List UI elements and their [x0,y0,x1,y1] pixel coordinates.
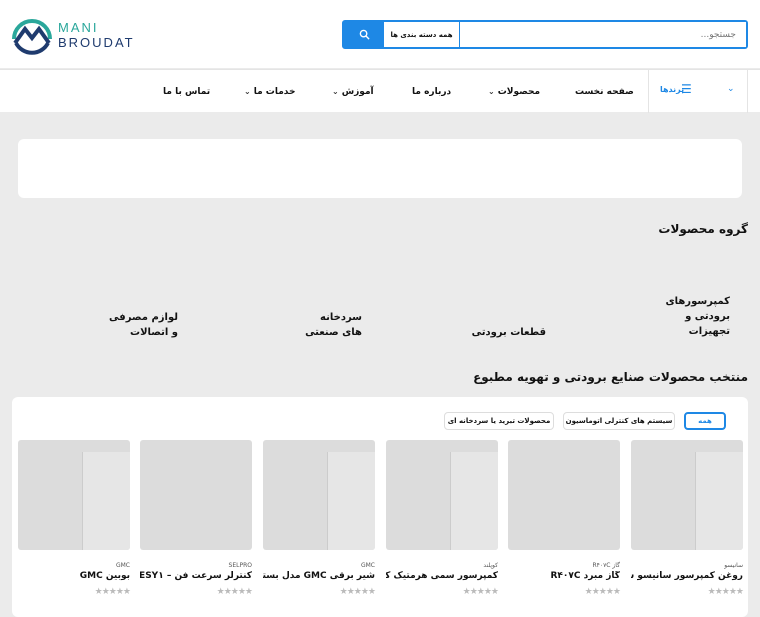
chevron-down-icon: ⌄ [488,87,495,96]
product-image[interactable] [140,440,252,550]
nav-contact[interactable]: تماس با ما [163,87,210,97]
rating-stars-icon: ★★★★★ [94,587,131,597]
product-brand[interactable]: کوپلند [386,562,498,569]
product-brand[interactable]: گاز R۴۰۷C [508,562,620,569]
product-card[interactable]: GMC بوبین GMC ★★★★★ [18,440,131,597]
nav-label: خدمات ما [253,87,296,97]
nav-label: آموزش [341,87,374,97]
product-image[interactable] [18,440,130,550]
logo-text-bottom: BROUDAT [58,35,135,50]
product-brand[interactable]: سانیسو [631,562,743,569]
rating-stars-icon: ★★★★★ [707,587,744,597]
product-card[interactable]: سانیسو روغن کمپرسور سانیسو سری GS ★★★★★ [631,440,744,597]
logo[interactable] [10,13,54,61]
search-bar: همه دسته بندی ها [342,20,748,49]
product-card[interactable]: گاز R۴۰۷C گاز مبرد R۴۰۷C ★★★★★ [508,440,621,597]
rating-stars-icon: ★★★★★ [216,587,253,597]
product-image[interactable] [263,440,375,550]
category-compressors[interactable]: کمپرسورهای برودتی و تجهیزات [665,294,730,339]
header: MANI BROUDAT همه دسته بندی ها [0,0,760,68]
chevron-down-icon: ⌄ [332,87,339,96]
product-card[interactable]: کوپلند کمپرسور سمی هرمتیک کوپلند ★★★★★ [386,440,499,597]
logo-icon [12,19,52,55]
product-name[interactable]: کنترلر سرعت فن – Fan ESY۱... [140,571,252,581]
brands-label: برندها [660,85,685,94]
product-image[interactable] [386,440,498,550]
search-icon [359,29,370,40]
nav-home[interactable]: صفحه نخست [575,87,634,97]
filter-all[interactable]: همه [684,412,726,430]
category-consumables[interactable]: لوازم مصرفی و اتصالات [108,310,178,340]
product-card[interactable]: GMC شیر برقی GMC مدل بسته ★★★★★ [263,440,376,597]
banner-box [18,139,742,198]
rating-stars-icon: ★★★★★ [584,587,621,597]
product-image[interactable] [508,440,620,550]
product-name[interactable]: روغن کمپرسور سانیسو سری GS [631,571,743,581]
category-parts[interactable]: قطعات برودتی [466,325,546,340]
category-cold-storage[interactable]: سردخانه های صنعتی [302,310,362,340]
product-brand[interactable]: GMC [263,562,375,569]
rating-stars-icon: ★★★★★ [339,587,376,597]
search-input[interactable] [460,22,746,47]
nav-label: محصولات [497,87,541,97]
product-brand[interactable]: GMC [18,562,130,569]
filter-control-systems[interactable]: سیستم های کنترلی اتوماسیون [563,412,675,430]
chevron-down-icon: ⌄ [727,84,735,94]
product-brand[interactable]: SELPRO [140,562,252,569]
nav-label: درباره ما [412,87,452,97]
featured-title: منتخب محصولات صنایع برودتی و تهویه مطبوع [473,370,748,384]
nav-label: تماس با ما [163,87,211,97]
nav-products[interactable]: محصولات⌄ [488,87,540,97]
nav-services[interactable]: خدمات ما⌄ [244,87,295,97]
product-name[interactable]: کمپرسور سمی هرمتیک کوپلند [386,571,498,581]
chevron-down-icon: ⌄ [244,87,251,96]
rating-stars-icon: ★★★★★ [462,587,499,597]
groups-title: گروه محصولات [658,222,748,236]
product-name[interactable]: شیر برقی GMC مدل بسته [263,571,375,581]
product-name[interactable]: بوبین GMC [18,571,130,581]
nav-education[interactable]: آموزش⌄ [332,87,374,97]
nav-label: صفحه نخست [575,87,634,97]
category-select[interactable]: همه دسته بندی ها [384,22,460,47]
filter-refrigeration[interactable]: محصولات تبرید یا سردخانه ای [444,412,554,430]
logo-text-top: MANI [58,20,99,35]
main-nav: ⌄ ☰ برندها صفحه نخست محصولات⌄ درباره ما … [0,69,760,113]
product-name[interactable]: گاز مبرد R۴۰۷C [508,571,620,581]
brands-menu[interactable]: ⌄ ☰ برندها [648,70,748,113]
product-image[interactable] [631,440,743,550]
product-card[interactable]: SELPRO کنترلر سرعت فن – Fan ESY۱... ★★★★★ [140,440,253,597]
search-button[interactable] [344,22,384,47]
nav-about[interactable]: درباره ما [412,87,451,97]
